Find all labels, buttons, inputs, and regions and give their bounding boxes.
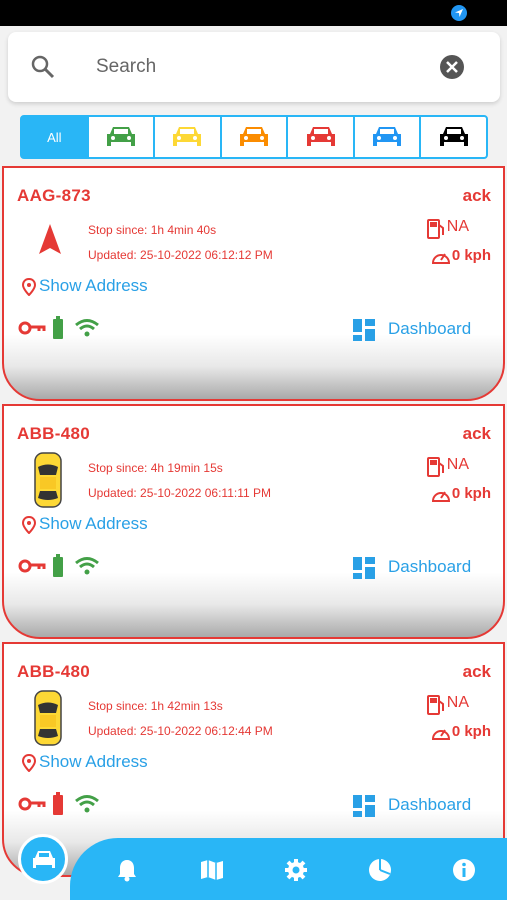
stop-duration: Stop since: 4h 19min 15s (88, 461, 223, 475)
battery-icon (52, 792, 64, 821)
dashboard-link[interactable]: Dashboard (388, 319, 471, 339)
signal-icon (74, 556, 100, 581)
fuel-icon (427, 219, 445, 244)
fuel-value: NA (446, 456, 469, 473)
location-pin-icon (21, 277, 37, 301)
filter-green-car[interactable] (86, 117, 154, 157)
car-icon (106, 127, 135, 146)
direction-arrow-icon (30, 220, 70, 265)
fuel-value: NA (446, 694, 469, 711)
clear-search-icon[interactable] (440, 55, 464, 79)
status-label: ack (462, 662, 491, 681)
dashboard-link[interactable]: Dashboard (388, 557, 471, 577)
vehicle-card[interactable]: ABB-480 ack Stop since: 4h 19min 15s Upd… (2, 404, 505, 639)
filter-orange-car[interactable] (219, 117, 287, 157)
updated-time: Updated: 25-10-2022 06:11:11 PM (88, 486, 272, 500)
settings-icon[interactable] (284, 858, 308, 887)
ignition-key-icon (18, 797, 46, 816)
notifications-icon[interactable] (116, 858, 138, 887)
speed-value: 0 kph (451, 247, 491, 264)
car-icon (306, 127, 335, 146)
fuel-icon (427, 695, 445, 720)
car-icon (439, 127, 468, 146)
location-icon (451, 5, 467, 21)
show-address-link[interactable]: Show Address (39, 276, 148, 296)
stop-duration: Stop since: 1h 42min 13s (88, 699, 223, 713)
status-bar (0, 0, 507, 26)
search-icon (30, 54, 56, 85)
vehicle-plate: AAG-873 (17, 186, 91, 205)
vehicle-plate: ABB-480 (17, 424, 90, 443)
speed-value: 0 kph (451, 485, 491, 502)
vehicle-card[interactable]: AAG-873 ack Stop since: 1h 4min 40s Upda… (2, 166, 505, 401)
filter-black-car[interactable] (419, 117, 486, 157)
info-icon[interactable] (452, 858, 476, 887)
car-icon (33, 851, 55, 868)
dashboard-icon[interactable] (352, 794, 376, 823)
dashboard-link[interactable]: Dashboard (388, 795, 471, 815)
speedometer-icon (431, 248, 451, 271)
search-bar[interactable]: Search (8, 32, 500, 102)
speedometer-icon (431, 486, 451, 509)
show-address-link[interactable]: Show Address (39, 752, 148, 772)
battery-icon (52, 554, 64, 583)
ignition-key-icon (18, 321, 46, 340)
signal-icon (74, 794, 100, 819)
speed-value: 0 kph (451, 723, 491, 740)
filter-all[interactable]: All (22, 117, 87, 157)
signal-icon (74, 318, 100, 343)
show-address-link[interactable]: Show Address (39, 514, 148, 534)
dashboard-icon[interactable] (352, 556, 376, 585)
fuel-value: NA (446, 218, 469, 235)
yellow-car-icon (32, 689, 64, 752)
updated-time: Updated: 25-10-2022 06:12:44 PM (88, 724, 273, 738)
car-icon (240, 127, 269, 146)
stop-duration: Stop since: 1h 4min 40s (88, 223, 217, 237)
nav-vehicles-button[interactable] (18, 834, 68, 884)
reports-chart-icon[interactable] (368, 858, 392, 887)
battery-icon (52, 316, 64, 345)
car-icon (373, 127, 402, 146)
vehicle-filter-bar: All (20, 115, 488, 159)
vehicle-plate: ABB-480 (17, 662, 90, 681)
speedometer-icon (431, 724, 451, 747)
filter-yellow-car[interactable] (153, 117, 220, 157)
location-pin-icon (21, 753, 37, 777)
filter-blue-car[interactable] (352, 117, 420, 157)
location-pin-icon (21, 515, 37, 539)
bottom-navigation (0, 834, 507, 900)
updated-time: Updated: 25-10-2022 06:12:12 PM (88, 248, 273, 262)
search-input[interactable]: Search (96, 56, 156, 78)
map-icon[interactable] (200, 858, 224, 887)
yellow-car-icon (32, 451, 64, 514)
filter-red-car[interactable] (286, 117, 353, 157)
ignition-key-icon (18, 559, 46, 578)
dashboard-icon[interactable] (352, 318, 376, 347)
fuel-icon (427, 457, 445, 482)
status-label: ack (462, 424, 491, 443)
car-icon (173, 127, 202, 146)
status-label: ack (462, 186, 491, 205)
